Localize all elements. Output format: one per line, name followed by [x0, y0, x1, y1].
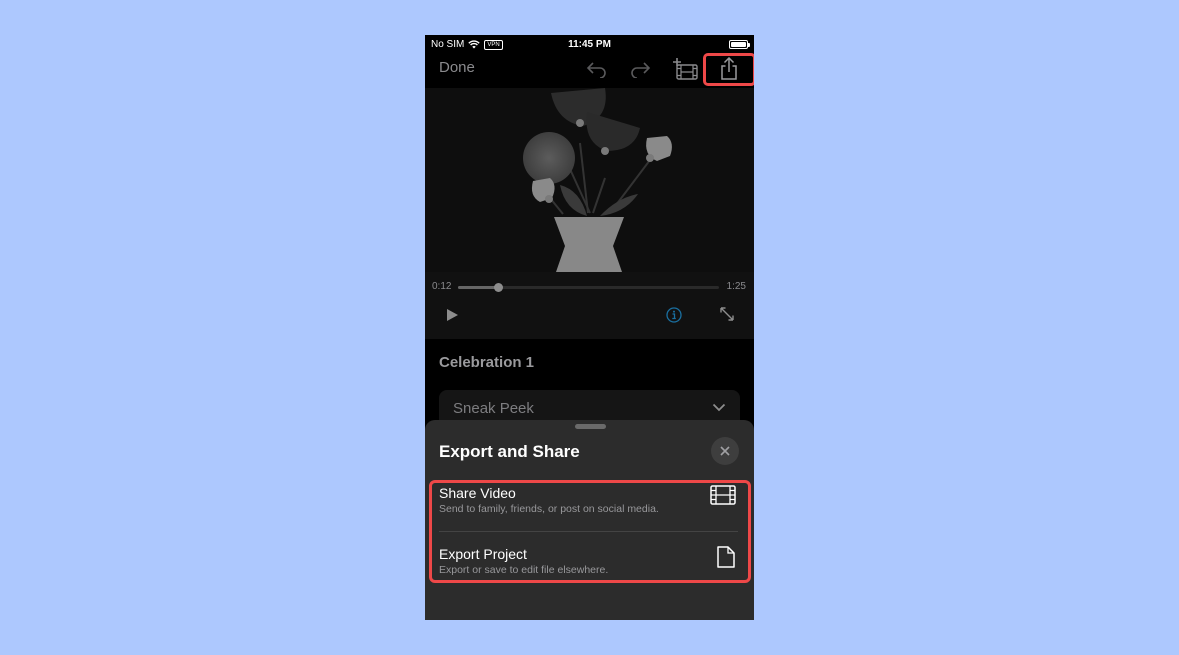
- share-button[interactable]: [715, 56, 743, 82]
- close-icon: [720, 446, 730, 456]
- option-name: Export Project: [439, 546, 527, 562]
- sheet-title: Export and Share: [439, 442, 580, 461]
- flower-vase-illustration: [523, 88, 672, 272]
- document-icon: [717, 546, 735, 568]
- current-time: 0:12: [432, 281, 452, 292]
- chevron-down-icon: [712, 403, 726, 412]
- share-options-highlight: Share Video Send to family, friends, or …: [429, 480, 751, 583]
- film-icon: [710, 485, 736, 505]
- fullscreen-button[interactable]: [719, 306, 735, 327]
- close-button[interactable]: [711, 437, 739, 465]
- clock: 11:45 PM: [568, 39, 611, 50]
- redo-button[interactable]: [626, 56, 654, 82]
- video-preview[interactable]: [425, 88, 754, 272]
- divider: [439, 531, 738, 532]
- scrubber[interactable]: [458, 283, 719, 292]
- share-video-option[interactable]: Share Video Send to family, friends, or …: [439, 485, 738, 529]
- redo-icon: [631, 62, 651, 78]
- theme-selected-value: Sneak Peek: [453, 400, 534, 417]
- play-button[interactable]: [445, 308, 459, 327]
- undo-button[interactable]: [583, 56, 611, 82]
- total-time: 1:25: [726, 281, 746, 292]
- expand-icon: [720, 307, 734, 321]
- done-button[interactable]: Done: [439, 59, 475, 76]
- export-project-option[interactable]: Export Project Export or save to edit fi…: [439, 546, 738, 582]
- option-description: Export or save to edit file elsewhere.: [439, 564, 609, 576]
- scrubber-knob[interactable]: [494, 283, 504, 292]
- status-bar: No SIM VPN 11:45 PM: [425, 35, 754, 53]
- sheet-grabber[interactable]: [575, 424, 606, 429]
- undo-icon: [586, 62, 606, 78]
- playback-controls: 0:12 1:25: [425, 272, 754, 339]
- share-icon: [721, 57, 737, 80]
- option-name: Share Video: [439, 485, 516, 501]
- info-icon: [666, 307, 682, 323]
- export-share-sheet: Export and Share Share Video Send to fam…: [425, 420, 754, 620]
- project-title: Celebration 1: [439, 354, 535, 371]
- phone-screen: No SIM VPN 11:45 PM Done 0:12 1:25 Celeb…: [425, 35, 754, 620]
- battery-icon: [729, 40, 750, 49]
- add-media-button[interactable]: [671, 56, 699, 82]
- info-button[interactable]: [666, 307, 682, 328]
- option-description: Send to family, friends, or post on soci…: [439, 503, 659, 515]
- toolbar: Done: [425, 53, 754, 88]
- scrubber-progress: [458, 286, 499, 289]
- play-icon: [447, 309, 458, 321]
- add-media-icon: [673, 58, 698, 80]
